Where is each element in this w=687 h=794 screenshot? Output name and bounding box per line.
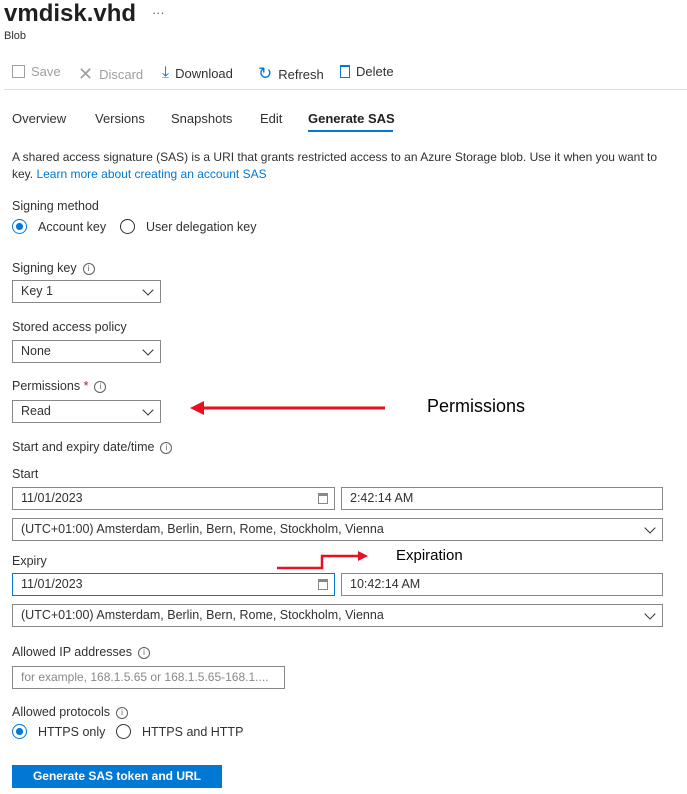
expiry-date-input[interactable]: 11/01/2023 [12, 573, 335, 596]
datetime-label: Start and expiry date/time i [12, 440, 173, 454]
expiration-arrowhead [358, 551, 368, 561]
start-label: Start [12, 467, 39, 481]
expiry-time-input[interactable]: 10:42:14 AM [341, 573, 663, 596]
expiry-label: Expiry [12, 554, 47, 568]
info-icon[interactable]: i [115, 706, 128, 719]
chevron-down-icon [644, 522, 656, 534]
start-date-input[interactable]: 11/01/2023 [12, 487, 335, 510]
radio-https-only-label: HTTPS only [38, 725, 106, 739]
protocols-label: Allowed protocols i [12, 705, 128, 719]
ip-label: Allowed IP addresses i [12, 645, 150, 659]
chevron-down-icon [644, 608, 656, 620]
ip-input[interactable]: for example, 168.1.5.65 or 168.1.5.65-16… [12, 666, 285, 689]
radio-https-and-http[interactable] [116, 724, 131, 739]
permissions-arrowhead [190, 401, 204, 415]
generate-sas-button[interactable]: Generate SAS token and URL [12, 765, 222, 788]
calendar-icon[interactable] [318, 493, 328, 504]
info-icon[interactable]: i [137, 646, 150, 659]
permissions-annotation: Permissions [427, 396, 526, 416]
start-time-input[interactable]: 2:42:14 AM [341, 487, 663, 510]
expiration-arrow [277, 554, 360, 570]
radio-https-only[interactable] [12, 724, 27, 739]
start-timezone-select[interactable]: (UTC+01:00) Amsterdam, Berlin, Bern, Rom… [12, 518, 663, 541]
calendar-icon[interactable] [318, 579, 328, 590]
radio-https-and-http-label: HTTPS and HTTP [142, 725, 244, 739]
expiration-annotation: Expiration [396, 547, 463, 564]
info-icon[interactable]: i [160, 441, 173, 454]
expiry-timezone-select[interactable]: (UTC+01:00) Amsterdam, Berlin, Bern, Rom… [12, 604, 663, 627]
